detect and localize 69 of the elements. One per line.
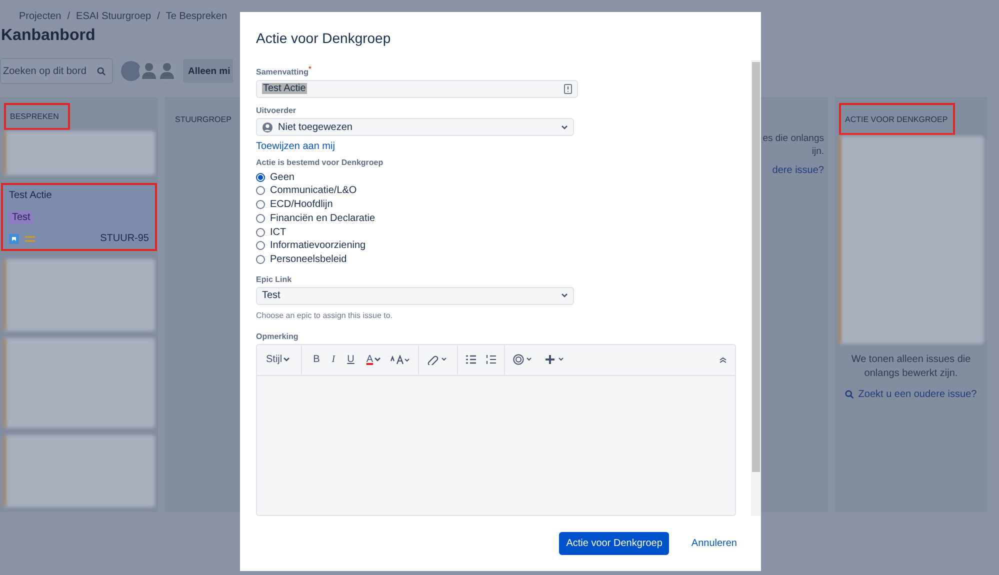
field-label: Samenvatting$^{*}$ <box>256 66 312 77</box>
summary-field[interactable]: Test Actie <box>256 80 578 98</box>
assign-to-me-link[interactable]: Toewijzen aan mij <box>256 141 335 152</box>
comment-editor[interactable]: Stijl B I U A <box>256 344 736 516</box>
format-button[interactable]: I <box>328 352 338 368</box>
breadcrumb-separator: / <box>67 11 70 22</box>
field-label: Opmerking <box>256 332 300 341</box>
emoji-icon[interactable] <box>513 354 534 366</box>
collapse-icon[interactable] <box>719 356 727 363</box>
search-field[interactable]: Zoeken op dit bord <box>0 58 113 84</box>
breadcrumb-separator: / <box>157 11 160 22</box>
column-title: ACTIE VOOR DENKGROEP <box>839 103 955 135</box>
card-label: Test <box>9 210 34 224</box>
radio-button[interactable] <box>256 186 265 196</box>
bullet-list-icon[interactable] <box>466 355 476 364</box>
format-button[interactable]: A <box>363 352 384 368</box>
info-text: We tonen alleen issues die onlangs bewerkt zijn. <box>850 353 972 381</box>
radio-button[interactable] <box>256 228 265 237</box>
numbered-list-icon[interactable] <box>486 355 496 364</box>
radio-option[interactable]: ECD/Hoofdlijn <box>256 198 333 212</box>
page-title: Kanbanbord <box>1 27 96 45</box>
dialog-title: Actie voor Denkgroep <box>255 29 392 48</box>
form-icon <box>564 84 572 94</box>
radio-button[interactable] <box>256 200 265 210</box>
format-button[interactable]: B <box>310 352 323 368</box>
radio-option[interactable]: Informatievoorziening <box>256 239 366 253</box>
field-label: Actie is bestemd voor Denkgroep <box>256 158 384 168</box>
info-text: es die onlangs <box>762 133 824 144</box>
radio-button[interactable] <box>256 241 265 250</box>
radio-option[interactable]: Communicatie/L&O <box>256 184 357 198</box>
plus-icon[interactable] <box>545 354 566 366</box>
field-label: Epic Link <box>256 274 293 284</box>
style-menu[interactable]: Stijl <box>263 352 294 368</box>
chevron-down-icon <box>374 357 382 362</box>
link-icon[interactable] <box>427 354 450 366</box>
column-title: BESPREKEN <box>4 103 70 130</box>
epic-select[interactable]: Test <box>256 286 574 305</box>
radio-option[interactable]: ICT <box>256 225 286 240</box>
chevron-down-icon <box>561 124 568 130</box>
info-text: ijn. <box>812 146 824 157</box>
issue-key: STUUR-95 <box>100 233 149 244</box>
format-button[interactable]: U <box>344 352 358 368</box>
breadcrumb-link[interactable]: Projecten <box>19 11 62 22</box>
radio-option[interactable]: Personeelsbeleid <box>256 252 347 267</box>
search-icon <box>97 66 106 76</box>
column-title: STUURGROEP <box>174 114 232 126</box>
assignee-select[interactable]: Niet toegewezen <box>256 118 574 136</box>
chevron-down-icon <box>561 293 568 298</box>
user-icon <box>262 122 273 133</box>
priority-icon <box>25 236 35 242</box>
issue-card[interactable]: Test Actie Test STUUR-95 <box>1 183 157 251</box>
radio-option[interactable]: Financiën en Declaratie <box>256 212 376 226</box>
chevron-down-icon <box>283 357 290 362</box>
breadcrumb-link[interactable]: Te Bespreken <box>166 11 228 22</box>
help-text: Choose an epic to assign this issue to. <box>256 310 394 320</box>
submit-button[interactable]: Actie voor Denkgroep <box>559 532 670 555</box>
story-icon <box>9 234 19 244</box>
card-title: Test Actie <box>9 190 53 201</box>
radio-button[interactable] <box>256 255 265 264</box>
search-icon <box>845 390 854 399</box>
cancel-link[interactable]: Annuleren <box>691 538 737 549</box>
breadcrumb-link[interactable]: ESAI Stuurgroep <box>76 11 152 22</box>
filter-button[interactable]: Alleen mi <box>183 59 234 83</box>
radio-button[interactable] <box>256 172 265 182</box>
radio-button[interactable] <box>256 214 265 223</box>
scrollbar[interactable] <box>751 60 761 516</box>
radio-option[interactable]: Geen <box>256 170 294 184</box>
font-size-icon[interactable] <box>390 354 410 365</box>
field-label: Uitvoerder <box>256 106 298 115</box>
